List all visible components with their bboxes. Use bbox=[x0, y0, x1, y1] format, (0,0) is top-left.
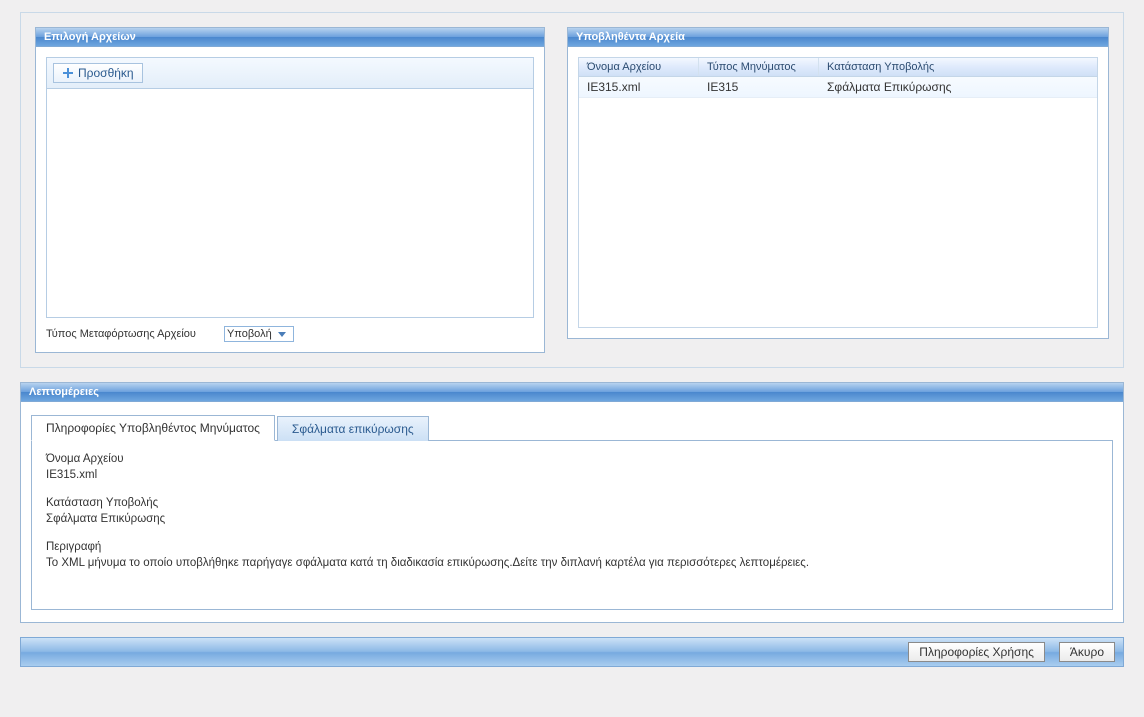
table-row[interactable]: IE315.xml IE315 Σφάλματα Επικύρωσης bbox=[579, 77, 1097, 98]
file-selection-panel: Επιλογή Αρχείων Προσθήκη Τύπος Μεταφόρτω… bbox=[35, 27, 545, 353]
cell-status: Σφάλματα Επικύρωσης bbox=[819, 77, 1097, 97]
filename-label: Όνομα Αρχείου bbox=[46, 453, 1098, 465]
upper-group: Επιλογή Αρχείων Προσθήκη Τύπος Μεταφόρτω… bbox=[20, 12, 1124, 368]
upload-type-value: Υποβολή bbox=[227, 328, 272, 340]
file-selection-list bbox=[46, 89, 534, 318]
upload-type-row: Τύπος Μεταφόρτωσης Αρχείου Υποβολή bbox=[46, 326, 534, 342]
details-tab-content: Όνομα Αρχείου IE315.xml Κατάσταση Υποβολ… bbox=[31, 440, 1113, 610]
file-selection-title: Επιλογή Αρχείων bbox=[36, 28, 544, 47]
upload-type-select[interactable]: Υποβολή bbox=[224, 326, 294, 342]
tab-submitted-message-info[interactable]: Πληροφορίες Υποβληθέντος Μηνύματος bbox=[31, 415, 275, 441]
col-message-type[interactable]: Τύπος Μηνύματος bbox=[699, 58, 819, 76]
bottom-action-bar: Πληροφορίες Χρήσης Άκυρο bbox=[20, 637, 1124, 667]
file-selection-toolbar: Προσθήκη bbox=[46, 57, 534, 89]
filename-value: IE315.xml bbox=[46, 469, 1098, 481]
col-status[interactable]: Κατάσταση Υποβολής bbox=[819, 58, 1097, 76]
cell-message-type: IE315 bbox=[699, 77, 819, 97]
tab-validation-errors[interactable]: Σφάλματα επικύρωσης bbox=[277, 416, 429, 441]
submitted-files-panel: Υποβληθέντα Αρχεία Όνομα Αρχείου Τύπος Μ… bbox=[567, 27, 1109, 339]
chevron-down-icon bbox=[278, 332, 286, 337]
cancel-button[interactable]: Άκυρο bbox=[1059, 642, 1115, 662]
submitted-files-title: Υποβληθέντα Αρχεία bbox=[568, 28, 1108, 47]
status-label: Κατάσταση Υποβολής bbox=[46, 497, 1098, 509]
plus-icon bbox=[62, 67, 74, 79]
submitted-files-table: Όνομα Αρχείου Τύπος Μηνύματος Κατάσταση … bbox=[578, 57, 1098, 328]
details-title: Λεπτομέρειες bbox=[21, 383, 1123, 402]
details-panel: Λεπτομέρειες Πληροφορίες Υποβληθέντος Μη… bbox=[20, 382, 1124, 623]
add-file-label: Προσθήκη bbox=[78, 66, 134, 80]
description-value: Το XML μήνυμα το οποίο υποβλήθηκε παρήγα… bbox=[46, 557, 1098, 569]
add-file-button[interactable]: Προσθήκη bbox=[53, 63, 143, 83]
cell-filename: IE315.xml bbox=[579, 77, 699, 97]
status-value: Σφάλματα Επικύρωσης bbox=[46, 513, 1098, 525]
table-header: Όνομα Αρχείου Τύπος Μηνύματος Κατάσταση … bbox=[579, 58, 1097, 77]
col-filename[interactable]: Όνομα Αρχείου bbox=[579, 58, 699, 76]
details-tabs: Πληροφορίες Υποβληθέντος Μηνύματος Σφάλμ… bbox=[31, 414, 1113, 440]
description-label: Περιγραφή bbox=[46, 541, 1098, 553]
upload-type-label: Τύπος Μεταφόρτωσης Αρχείου bbox=[46, 328, 196, 340]
usage-info-button[interactable]: Πληροφορίες Χρήσης bbox=[908, 642, 1045, 662]
